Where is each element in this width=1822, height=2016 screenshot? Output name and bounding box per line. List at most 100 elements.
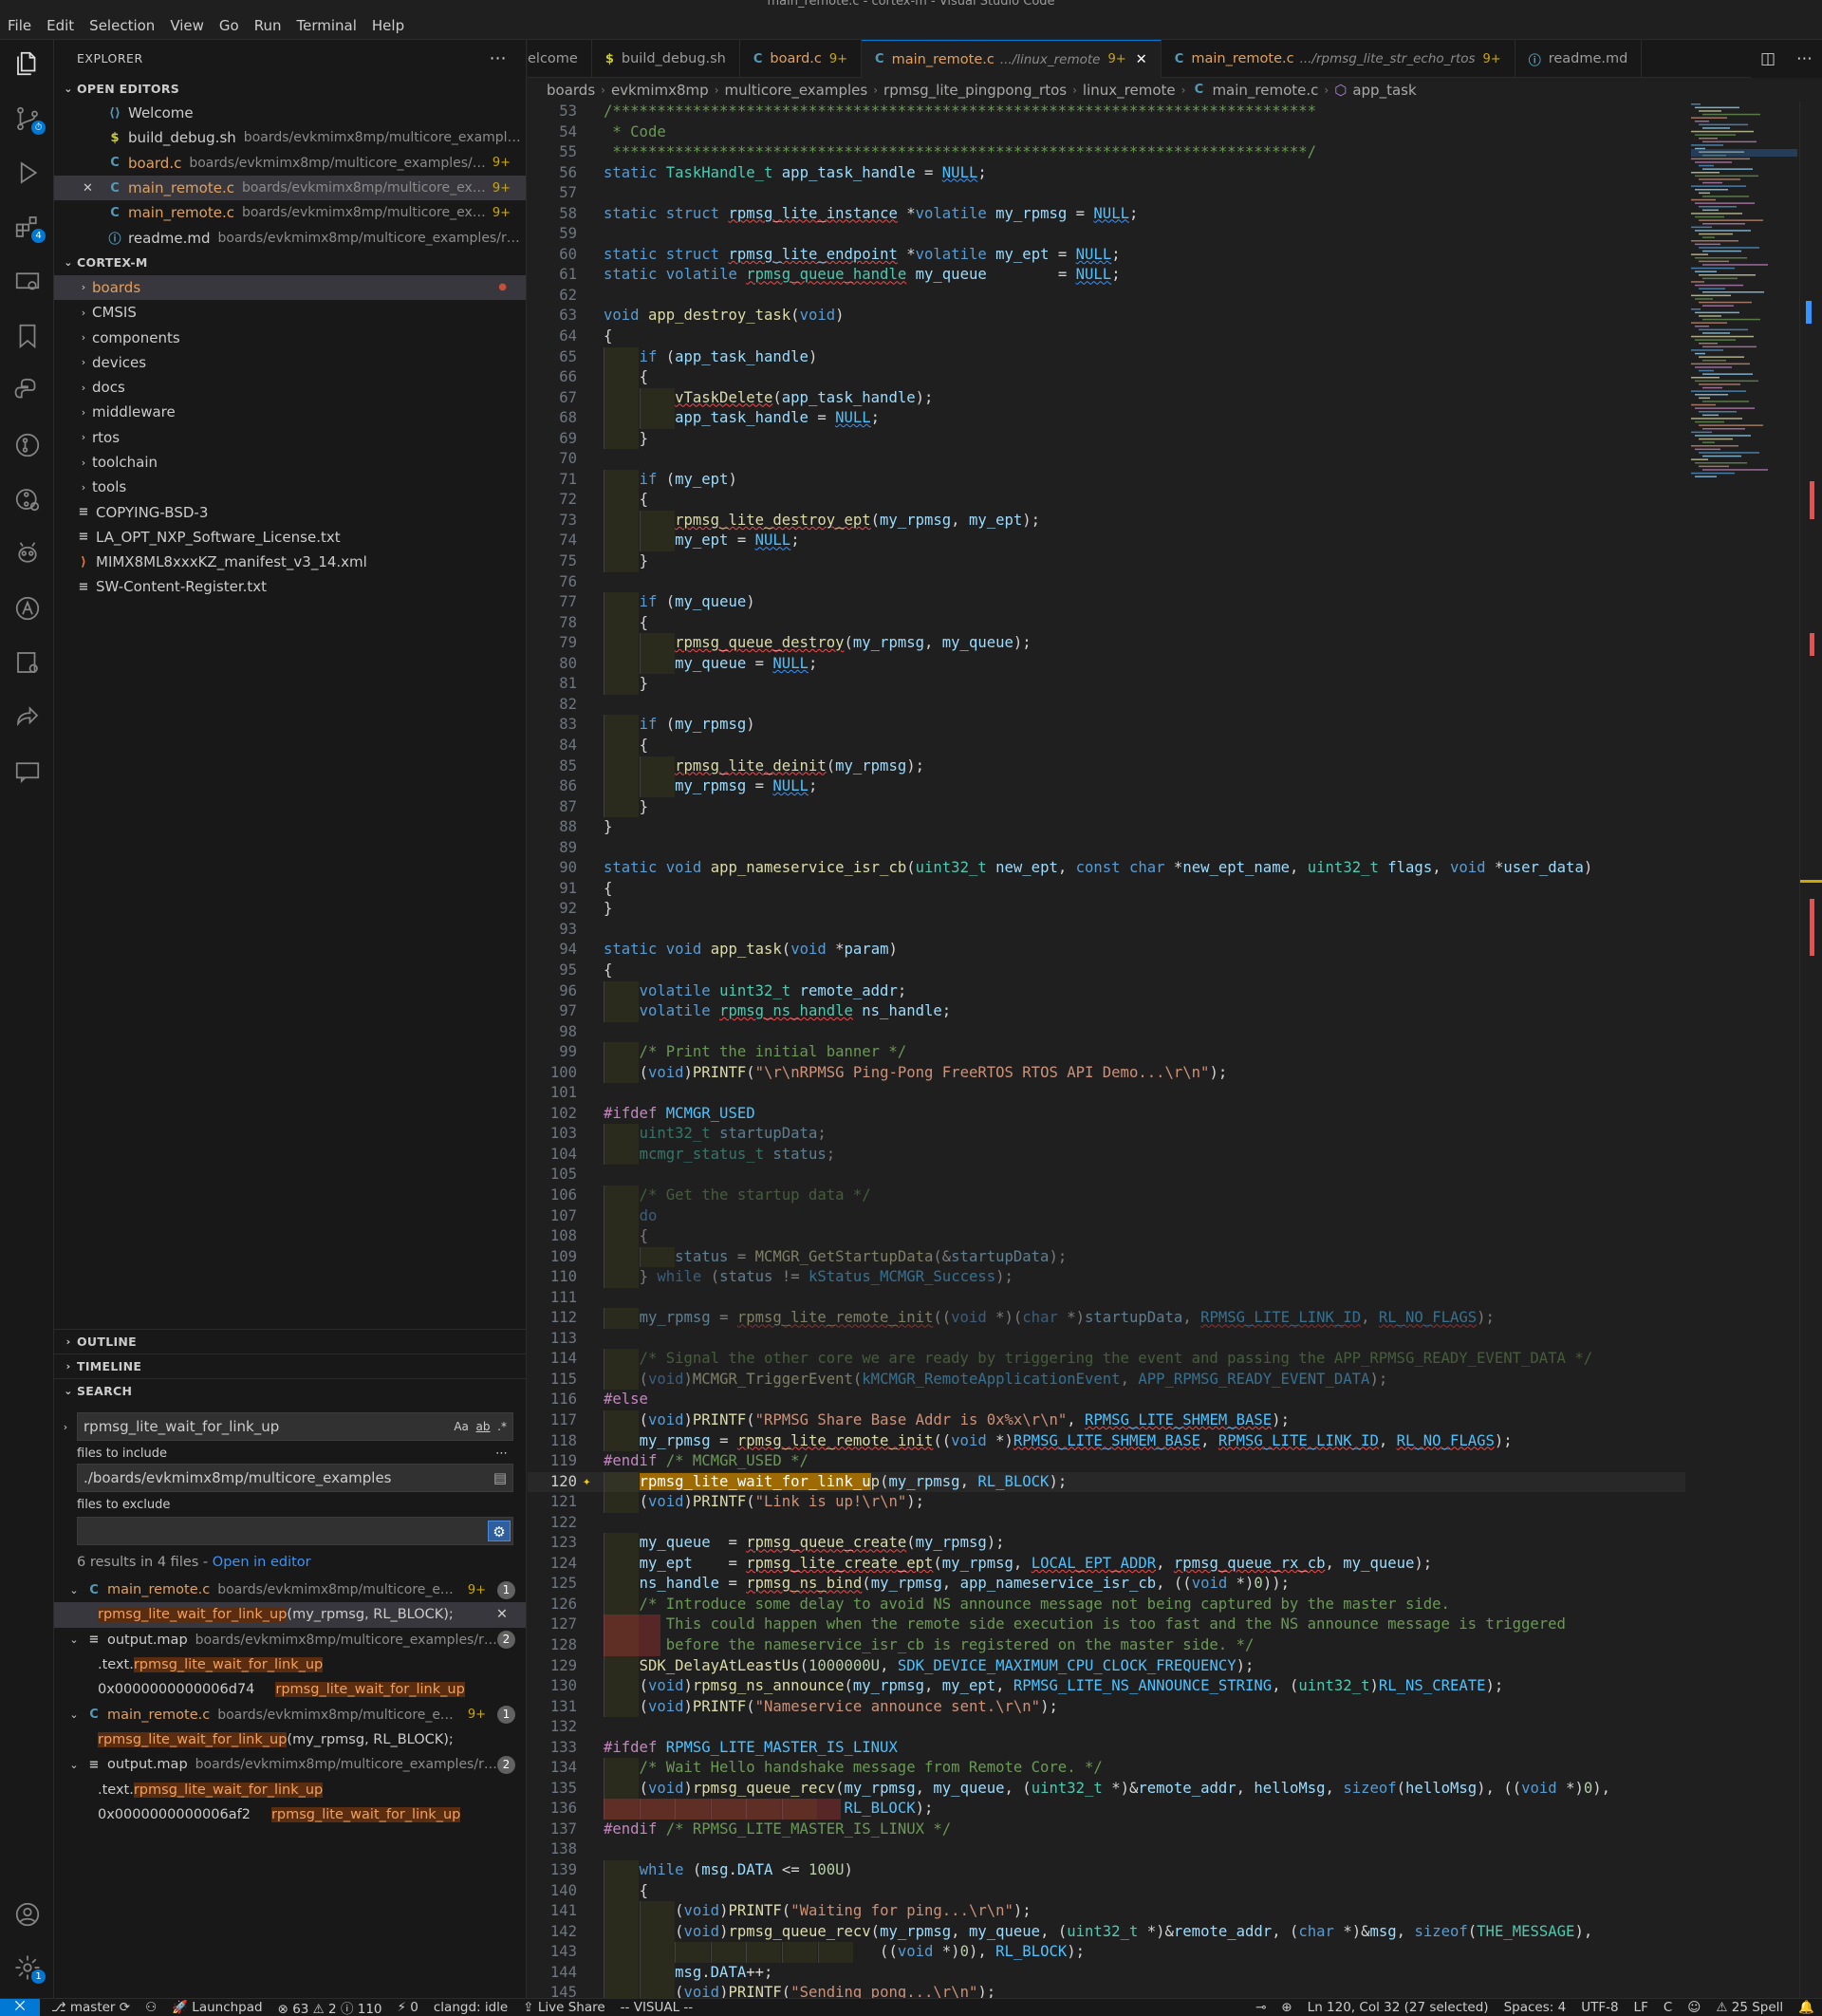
file-item[interactable]: ≡ LA_OPT_NXP_Software_License.txt	[54, 525, 526, 550]
search-result-file[interactable]: ⌄ ≡ output.map boards/evkmimx8mp/multicore_…	[54, 1752, 526, 1777]
copilot-icon[interactable]: ☺	[1687, 2000, 1701, 2015]
timeline-section[interactable]: › TIMELINE	[54, 1353, 526, 1378]
liveshare-status[interactable]: ⇪ Live Share	[523, 2000, 604, 2015]
language-status[interactable]: C	[1664, 2000, 1672, 2015]
notifications-icon[interactable]: 🔔	[1798, 2000, 1814, 2015]
editor-scrollbar[interactable]	[1799, 102, 1822, 1998]
files-include-input[interactable]: ./boards/evkmimx8mp/multicore_examples ▤	[77, 1464, 513, 1492]
breadcrumb-item[interactable]: multicore_examples	[725, 82, 868, 99]
explorer-icon[interactable]	[13, 49, 42, 78]
menu-run[interactable]: Run	[247, 17, 289, 34]
extensions-icon[interactable]: 4	[13, 213, 46, 243]
minimap[interactable]	[1691, 102, 1797, 500]
menu-terminal[interactable]: Terminal	[289, 17, 364, 34]
folder-item[interactable]: › middleware	[54, 400, 526, 424]
search-result-file[interactable]: ⌄ Cmain_remote.c boards/evkmimx8mp/multico…	[54, 1702, 526, 1727]
menu-file[interactable]: File	[0, 17, 39, 34]
files-exclude-input[interactable]: ⚙	[77, 1517, 513, 1545]
folder-item[interactable]: › rtos	[54, 425, 526, 450]
breadcrumb-item[interactable]: app_task	[1352, 82, 1416, 99]
menu-view[interactable]: View	[162, 17, 212, 34]
breadcrumb-item[interactable]: rpmsg_lite_pingpong_rtos	[883, 82, 1067, 99]
search-section[interactable]: ⌄ SEARCH	[54, 1378, 526, 1403]
tab-main_remote-c[interactable]: Cmain_remote.c .../rpmsg_lite_str_echo_rt…	[1162, 40, 1515, 78]
source-control-icon[interactable]: ⏱	[13, 104, 46, 135]
menu-go[interactable]: Go	[212, 17, 247, 34]
breadcrumb-item[interactable]: boards	[547, 82, 595, 99]
azure-icon[interactable]	[13, 594, 42, 623]
zoom-icon[interactable]: ⊕	[1281, 2000, 1292, 2015]
remote-explorer-icon[interactable]	[13, 268, 42, 296]
file-item[interactable]: ≡ SW-Content-Register.txt	[54, 574, 526, 599]
folder-item[interactable]: › tools	[54, 475, 526, 499]
search-result-line[interactable]: rpmsg_lite_wait_for_link_up (my_rpmsg, RL…	[54, 1727, 526, 1752]
breadcrumb-item[interactable]: main_remote.c	[1212, 82, 1318, 99]
folder-item[interactable]: › docs	[54, 375, 526, 400]
more-actions-icon[interactable]: ⋯	[1796, 49, 1813, 68]
open-editors-only-icon[interactable]: ▤	[493, 1469, 512, 1486]
dismiss-icon[interactable]: ✕	[496, 1607, 508, 1622]
remote-indicator-icon[interactable]: ⨉	[0, 1999, 40, 2016]
search-result-line[interactable]: rpmsg_lite_wait_for_link_up (my_rpmsg, RL…	[54, 1602, 526, 1628]
regex-icon[interactable]: .*	[497, 1420, 507, 1433]
spell-status[interactable]: ⚠ 25 Spell	[1716, 2000, 1783, 2015]
whole-word-icon[interactable]: ab	[476, 1420, 491, 1433]
git-commit-icon[interactable]: ⊸	[1255, 2000, 1266, 2015]
search-result-line[interactable]: 0x0000000000006af2 rpmsg_lite_wait_for_li…	[54, 1802, 526, 1827]
split-editor-icon[interactable]: ◫	[1760, 49, 1776, 68]
outline-section[interactable]: › OUTLINE	[54, 1329, 526, 1353]
run-debug-icon[interactable]	[13, 159, 42, 187]
manage-gear-icon[interactable]: 1	[13, 1953, 46, 1984]
alien-icon[interactable]	[13, 539, 42, 568]
file-item[interactable]: ≡ COPYING-BSD-3	[54, 499, 526, 524]
search-result-line[interactable]: .text. rpmsg_lite_wait_for_link_up	[54, 1652, 526, 1677]
search-input[interactable]: rpmsg_lite_wait_for_link_up Aa ab .*	[77, 1412, 513, 1441]
code-editor[interactable]: 53 /*************************************…	[528, 102, 1685, 1998]
tab-welcome[interactable]: elcome	[528, 40, 592, 78]
git-graph-icon[interactable]	[13, 431, 42, 459]
comments-icon[interactable]	[13, 757, 42, 786]
breadcrumb-item[interactable]: linux_remote	[1083, 82, 1176, 99]
problems-status[interactable]: ⊗ 63 ⚠ 2 ⓘ 110	[278, 1999, 382, 2016]
test-settings-icon[interactable]	[13, 648, 42, 677]
tab-main_remote-c[interactable]: Cmain_remote.c .../linux_remote 9+ ✕	[862, 40, 1162, 78]
close-icon[interactable]: ✕	[1136, 52, 1147, 67]
eol-status[interactable]: LF	[1634, 2000, 1648, 2015]
sync-icon[interactable]: ⚇	[145, 2000, 157, 2015]
search-result-line[interactable]: .text. rpmsg_lite_wait_for_link_up	[54, 1777, 526, 1801]
folder-item[interactable]: › CMSIS	[54, 300, 526, 325]
branch-status[interactable]: ⎇ master ⟳	[51, 2000, 130, 2015]
search-result-file[interactable]: ⌄ Cmain_remote.c boards/evkmimx8mp/multico…	[54, 1577, 526, 1602]
cursor-position[interactable]: Ln 120, Col 32 (27 selected)	[1308, 2000, 1489, 2015]
open-editor-item[interactable]: $ build_debug.sh boards/evkmimx8mp/multico…	[54, 125, 526, 150]
accounts-icon[interactable]	[13, 1900, 42, 1929]
workspace-section[interactable]: ⌄ CORTEX-M	[54, 251, 526, 275]
open-editor-item[interactable]: ✕ Cmain_remote.c boards/evkmimx8mp/multico…	[54, 175, 526, 201]
live-share-icon[interactable]	[13, 702, 42, 731]
indentation-status[interactable]: Spaces: 4	[1504, 2000, 1567, 2015]
folder-item[interactable]: › boards ●	[54, 274, 526, 301]
open-editors-section[interactable]: ⌄ OPEN EDITORS	[54, 76, 526, 101]
menu-selection[interactable]: Selection	[82, 17, 162, 34]
open-editor-item[interactable]: ⟨⟩ Welcome	[54, 101, 526, 125]
folder-item[interactable]: › toolchain	[54, 450, 526, 475]
breadcrumb-item[interactable]: evkmimx8mp	[611, 82, 709, 99]
search-result-file[interactable]: ⌄ ≡ output.map boards/evkmimx8mp/multicore_…	[54, 1628, 526, 1652]
launchpad-status[interactable]: 🚀 Launchpad	[172, 2000, 262, 2015]
more-actions-icon[interactable]: ⋯	[490, 48, 508, 68]
tab-board-c[interactable]: Cboard.c 9+	[740, 40, 863, 78]
folder-item[interactable]: › devices	[54, 350, 526, 375]
minimap-viewport[interactable]	[1691, 149, 1797, 157]
open-editor-item[interactable]: ⓘ readme.md boards/evkmimx8mp/multicore_ex…	[54, 225, 526, 250]
encoding-status[interactable]: UTF-8	[1581, 2000, 1618, 2015]
more-search-options-icon[interactable]: ⋯	[495, 1447, 508, 1464]
menu-help[interactable]: Help	[364, 17, 412, 34]
clangd-status[interactable]: clangd: idle	[434, 2000, 508, 2015]
lightbulb-icon[interactable]: ✦	[583, 1472, 590, 1493]
exclude-settings-icon[interactable]: ⚙	[488, 1521, 511, 1541]
open-editor-item[interactable]: Cmain_remote.c boards/evkmimx8mp/multicor…	[54, 200, 526, 225]
close-icon[interactable]: ✕	[83, 181, 107, 196]
bookmarks-icon[interactable]	[13, 322, 42, 350]
python-icon[interactable]	[13, 376, 42, 404]
tab-build_debug-sh[interactable]: $ build_debug.sh	[592, 40, 740, 78]
